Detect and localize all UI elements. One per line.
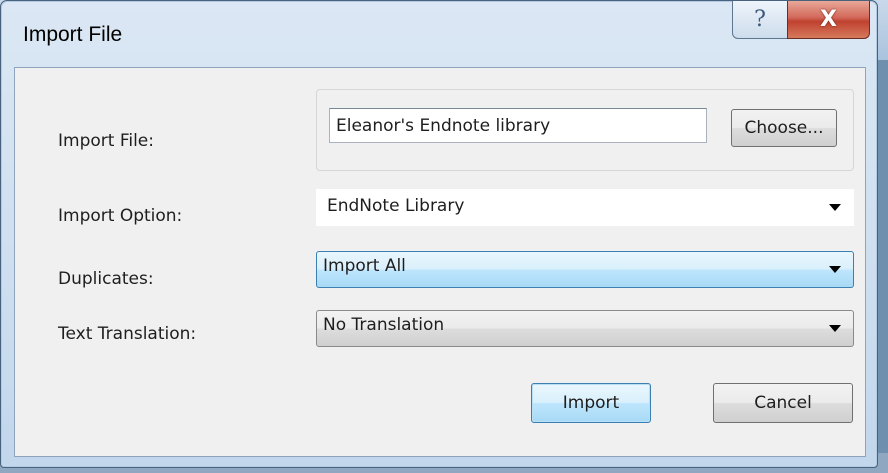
import-option-select[interactable]: EndNote Library — [316, 189, 854, 226]
text-translation-select[interactable]: No Translation — [316, 310, 854, 347]
duplicates-label: Duplicates: — [58, 269, 154, 289]
import-option-value: EndNote Library — [327, 196, 465, 216]
duplicates-select[interactable]: Import All — [316, 251, 854, 288]
close-button[interactable]: X — [787, 1, 870, 39]
import-option-label: Import Option: — [58, 206, 183, 226]
text-translation-label: Text Translation: — [58, 324, 197, 344]
text-translation-value: No Translation — [323, 315, 445, 335]
help-button[interactable]: ? — [732, 1, 788, 39]
import-file-input[interactable] — [329, 108, 707, 143]
help-icon: ? — [754, 7, 766, 32]
chevron-down-icon — [829, 203, 841, 211]
title-bar[interactable]: Import File ? X — [1, 1, 877, 67]
close-icon: X — [820, 7, 837, 32]
duplicates-value: Import All — [323, 256, 406, 276]
import-file-label: Import File: — [58, 131, 154, 151]
import-button[interactable]: Import — [531, 383, 651, 423]
cancel-button[interactable]: Cancel — [713, 383, 853, 423]
dialog-title: Import File — [23, 23, 123, 46]
import-file-dialog: Import File ? X Import File: Choose... I… — [0, 0, 878, 468]
dialog-body: Import File: Choose... Import Option: En… — [14, 67, 866, 457]
chevron-down-icon — [829, 265, 841, 273]
chevron-down-icon — [829, 324, 841, 332]
choose-button[interactable]: Choose... — [731, 109, 837, 147]
